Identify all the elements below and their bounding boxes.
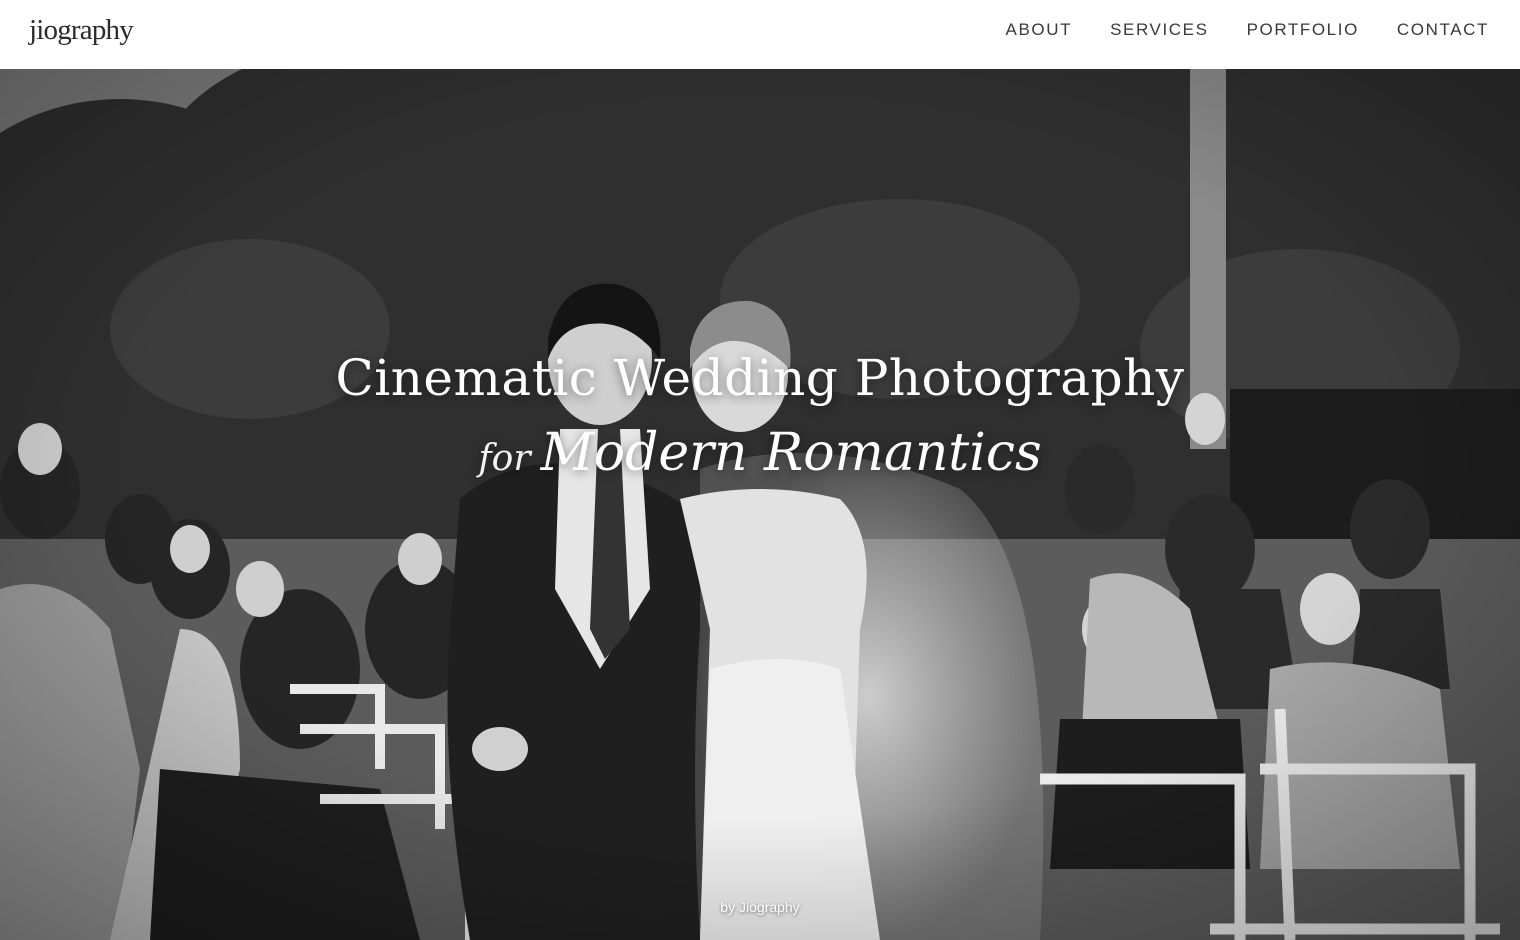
headline-line-2: for Modern Romantics bbox=[0, 422, 1520, 497]
hero-byline: by Jiography bbox=[720, 899, 800, 915]
nav-contact[interactable]: CONTACT bbox=[1397, 20, 1489, 40]
headline-line-1: Cinematic Wedding Photography bbox=[335, 349, 1185, 407]
main-nav: ABOUT SERVICES PORTFOLIO CONTACT bbox=[1006, 20, 1489, 40]
hero-section: Cinematic Wedding Photography for Modern … bbox=[0, 69, 1520, 940]
nav-about[interactable]: ABOUT bbox=[1006, 20, 1073, 40]
nav-services[interactable]: SERVICES bbox=[1110, 20, 1208, 40]
site-header: jiography ABOUT SERVICES PORTFOLIO CONTA… bbox=[0, 0, 1520, 69]
headline-for: for bbox=[478, 438, 531, 479]
hero-photo bbox=[0, 69, 1520, 940]
hero-headline: Cinematic Wedding Photography for Modern … bbox=[0, 346, 1520, 497]
site-logo[interactable]: jiography bbox=[29, 14, 134, 47]
nav-portfolio[interactable]: PORTFOLIO bbox=[1247, 20, 1359, 40]
headline-emphasis: Modern Romantics bbox=[540, 423, 1042, 483]
